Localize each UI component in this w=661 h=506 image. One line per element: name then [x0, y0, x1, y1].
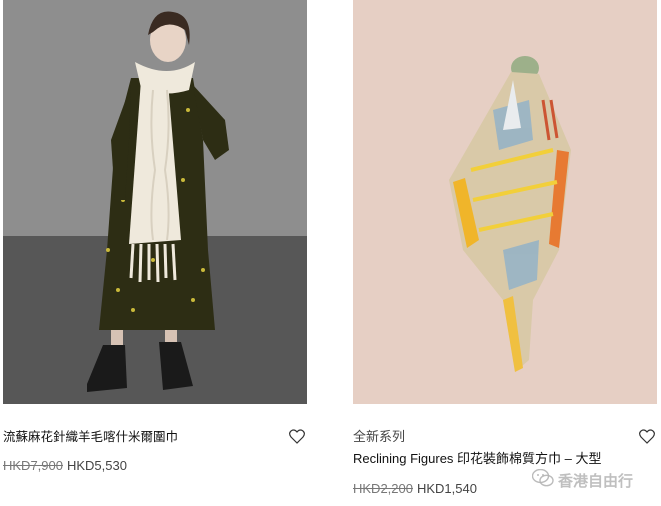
- product-image-2[interactable]: [353, 0, 657, 404]
- price-row-2: HKD2,200 HKD1,540: [353, 481, 477, 496]
- price-row-1: HKD7,900 HKD5,530: [3, 458, 127, 473]
- product-card-2[interactable]: 全新系列 Reclining Figures 印花裝飾棉質方巾 – 大型 HKD…: [353, 0, 657, 496]
- new-collection-tag: 全新系列: [353, 429, 406, 444]
- product-title-1[interactable]: 流蘇麻花針織羊毛喀什米爾圍巾: [3, 426, 178, 445]
- original-price-2: HKD2,200: [353, 481, 413, 496]
- product-title-2[interactable]: Reclining Figures 印花裝飾棉質方巾 – 大型: [353, 448, 602, 467]
- wechat-icon: [531, 468, 554, 491]
- product-image-1[interactable]: [3, 0, 307, 404]
- original-price-1: HKD7,900: [3, 458, 63, 473]
- watermark-text: 香港自由行: [558, 472, 634, 490]
- product-card-1[interactable]: 流蘇麻花針織羊毛喀什米爾圍巾 HKD7,900 HKD5,530: [3, 0, 307, 473]
- sale-price-1: HKD5,530: [66, 458, 127, 473]
- wishlist-heart-icon[interactable]: [289, 429, 305, 444]
- wishlist-heart-icon[interactable]: [639, 429, 655, 444]
- watermark: 香港自由行: [531, 468, 634, 491]
- sale-price-2: HKD1,540: [416, 481, 477, 496]
